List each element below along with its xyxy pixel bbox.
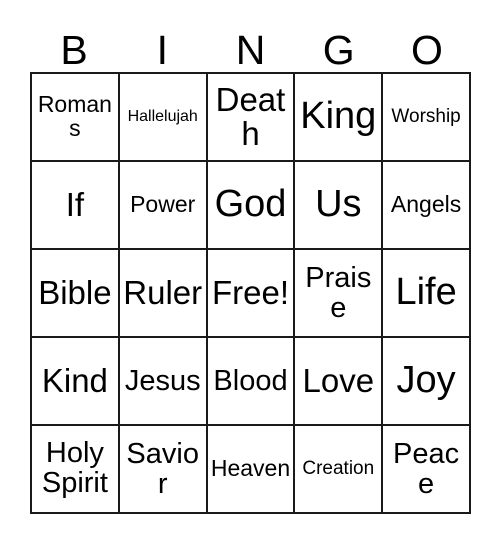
bingo-cell[interactable]: Peace xyxy=(383,426,471,514)
bingo-cell-label: Jesus xyxy=(124,364,201,397)
bingo-cell-label: Blood xyxy=(213,364,288,397)
bingo-cell[interactable]: Heaven xyxy=(207,426,296,514)
bingo-cell-label: Joy xyxy=(396,359,456,402)
bingo-cell[interactable]: Death xyxy=(207,74,296,162)
bingo-cell[interactable]: Joy xyxy=(383,338,471,426)
bingo-free-space-label: Free! xyxy=(211,273,289,311)
bingo-cell-label: Love xyxy=(302,361,375,399)
bingo-cell-label: God xyxy=(214,183,287,226)
bingo-header-letter-b: B xyxy=(60,27,88,73)
bingo-header-letter-n: N xyxy=(235,27,266,73)
bingo-cell-label: Power xyxy=(130,191,196,218)
bingo-cell[interactable]: Praise xyxy=(295,250,384,338)
bingo-header-letter-o: O xyxy=(410,27,443,73)
bingo-row: If Power God Us Angels xyxy=(32,162,471,250)
bingo-cell[interactable]: Ruler xyxy=(119,250,208,338)
bingo-row: Kind Jesus Blood Love Joy xyxy=(32,338,471,426)
bingo-header-letter-i: I xyxy=(156,27,168,73)
bingo-free-space-cell[interactable]: Free! xyxy=(207,250,296,338)
bingo-cell[interactable]: Hallelujah xyxy=(119,74,208,162)
bingo-cell[interactable]: Romans xyxy=(32,74,120,162)
bingo-cell-label: Peace xyxy=(393,437,460,500)
bingo-cell[interactable]: Bible xyxy=(32,250,120,338)
bingo-header-letter-g: G xyxy=(322,27,355,73)
bingo-cell[interactable]: Jesus xyxy=(119,338,208,426)
bingo-row: Holy Spirit Savior Heaven Creation Peace xyxy=(32,426,471,514)
bingo-header: B I N G O xyxy=(30,22,471,72)
bingo-cell[interactable]: Holy Spirit xyxy=(32,426,120,514)
bingo-row: Romans Hallelujah Death King Worship xyxy=(32,74,471,162)
bingo-cell[interactable]: Worship xyxy=(383,74,471,162)
bingo-cell-label: Ruler xyxy=(123,273,203,311)
bingo-cell[interactable]: Love xyxy=(295,338,384,426)
bingo-cell[interactable]: Savior xyxy=(119,426,208,514)
bingo-cell-label: Death xyxy=(215,80,286,152)
bingo-cell-label: Holy Spirit xyxy=(41,437,108,499)
bingo-cell-label: Praise xyxy=(305,261,372,324)
bingo-cell[interactable]: Us xyxy=(295,162,384,250)
bingo-cell-label: Us xyxy=(315,183,362,226)
bingo-cell-label: Hallelujah xyxy=(127,107,198,125)
bingo-cell[interactable]: Blood xyxy=(207,338,296,426)
bingo-cell[interactable]: Power xyxy=(119,162,208,250)
bingo-cell[interactable]: Life xyxy=(383,250,471,338)
bingo-cell-label: Creation xyxy=(302,458,375,480)
bingo-row: Bible Ruler Free! Praise Life xyxy=(32,250,471,338)
bingo-cell[interactable]: Kind xyxy=(32,338,120,426)
bingo-cell-label: If xyxy=(65,185,85,223)
bingo-cell-label: Kind xyxy=(41,361,108,399)
bingo-cell-label: Heaven xyxy=(210,455,291,482)
bingo-cell[interactable]: If xyxy=(32,162,120,250)
bingo-card: B I N G O Romans Hallelujah Death King W… xyxy=(0,0,500,544)
bingo-cell[interactable]: King xyxy=(295,74,384,162)
bingo-cell-label: Angels xyxy=(390,191,462,218)
bingo-cell-label: Bible xyxy=(38,273,112,311)
bingo-cell-label: King xyxy=(300,95,377,138)
bingo-grid: Romans Hallelujah Death King Worship If … xyxy=(30,72,471,514)
bingo-cell-label: Worship xyxy=(391,106,461,128)
bingo-cell-label: Life xyxy=(395,271,457,314)
bingo-cell-label: Romans xyxy=(37,91,112,141)
bingo-cell[interactable]: Creation xyxy=(295,426,384,514)
bingo-cell[interactable]: God xyxy=(207,162,296,250)
bingo-cell-label: Savior xyxy=(126,437,199,500)
bingo-cell[interactable]: Angels xyxy=(383,162,471,250)
